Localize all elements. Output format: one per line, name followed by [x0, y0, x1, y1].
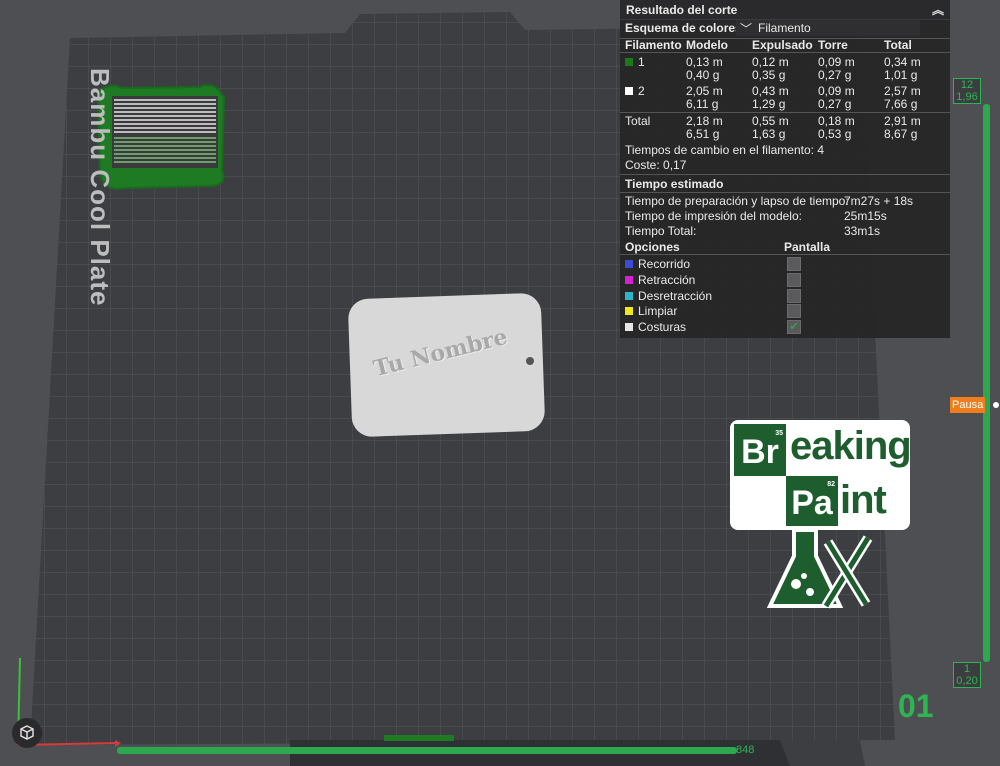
option-travel: Recorrido — [625, 257, 690, 271]
cost: Coste: 0,17 — [625, 158, 687, 172]
total-time-label: Tiempo Total: — [625, 224, 697, 238]
total-model-m: 2,18 m — [686, 114, 723, 128]
move-slider-value: 848 — [736, 744, 755, 756]
col-filament: Filamento — [625, 38, 682, 52]
total-time-value: 33m1s — [844, 224, 881, 238]
top-layer-label[interactable]: 12 1,96 — [953, 78, 981, 104]
panel-header: Resultado del corte ︽ — [620, 0, 950, 20]
total-model-g: 6,51 g — [686, 127, 720, 141]
color-scheme-select[interactable]: ﹀ Filamento — [736, 20, 920, 36]
f1-tower-g: 0,27 g — [818, 68, 852, 82]
chevron-down-icon: ﹀ — [740, 21, 753, 36]
f2-total-m: 2,57 m — [884, 84, 921, 98]
logo-num-2: 82 — [827, 481, 835, 488]
bottom-layer-label[interactable]: 1 0,20 — [953, 662, 981, 688]
f1-model-m: 0,13 m — [686, 55, 723, 69]
f2-tower-m: 0,09 m — [818, 84, 855, 98]
f2-tower-g: 0,27 g — [818, 97, 852, 111]
flask-brush-icon — [766, 528, 873, 609]
f1-purge-m: 0,12 m — [752, 55, 789, 69]
f1-total-g: 1,01 g — [884, 68, 918, 82]
option-deretraction: Desretracción — [625, 289, 712, 303]
collapse-icon[interactable]: ︽ — [932, 1, 944, 18]
slice-result-panel: Resultado del corte ︽ Esquema de colores… — [620, 0, 950, 338]
prep-time-label: Tiempo de preparación y lapso de tiempo: — [625, 194, 849, 208]
logo-num-1: 35 — [775, 430, 783, 437]
logo-word-1: eaking — [790, 424, 912, 468]
total-tower-g: 0,53 g — [818, 127, 852, 141]
top-layer-height: 1,96 — [956, 91, 978, 103]
total-tower-m: 0,18 m — [818, 114, 855, 128]
f2-total-g: 7,66 g — [884, 97, 918, 111]
print-time-value: 25m15s — [844, 209, 887, 223]
color-scheme-value: Filamento — [758, 21, 811, 35]
total-total-g: 8,67 g — [884, 127, 918, 141]
f2-model-m: 2,05 m — [686, 84, 723, 98]
filament-2-id: 2 — [625, 84, 645, 98]
col-tower: Torre — [818, 38, 848, 52]
retraction-checkbox[interactable] — [787, 273, 801, 287]
top-layer-number: 12 — [960, 79, 974, 91]
travel-checkbox[interactable] — [787, 257, 801, 271]
col-purged: Expulsado — [752, 38, 813, 52]
color-scheme-label: Esquema de colores — [625, 21, 742, 35]
col-model: Modelo — [686, 38, 728, 52]
view-orientation-button[interactable] — [12, 718, 42, 748]
pause-dot — [993, 402, 999, 408]
bottom-layer-number: 1 — [963, 663, 971, 675]
option-retraction: Retracción — [625, 273, 695, 287]
f1-purge-g: 0,35 g — [752, 68, 786, 82]
logo-box-1: Br — [741, 433, 779, 471]
filament-change-times: Tiempos de cambio en el filamento: 4 — [625, 143, 824, 157]
f1-model-g: 0,40 g — [686, 68, 720, 82]
filament-1-id: 1 — [625, 55, 645, 69]
total-total-m: 2,91 m — [884, 114, 921, 128]
f2-purge-g: 1,29 g — [752, 97, 786, 111]
plate-label: Bambu Cool Plate — [85, 68, 115, 307]
cube-icon — [20, 725, 34, 740]
f1-total-m: 0,34 m — [884, 55, 921, 69]
panel-title: Resultado del corte — [626, 2, 738, 17]
option-seams: Costuras — [625, 320, 686, 334]
wipe-checkbox[interactable] — [787, 304, 801, 318]
total-purge-m: 0,55 m — [752, 114, 789, 128]
estimated-time-title: Tiempo estimado — [625, 177, 724, 191]
display-label: Pantalla — [784, 240, 831, 254]
f2-purge-m: 0,43 m — [752, 84, 789, 98]
move-slider[interactable] — [117, 747, 737, 754]
col-total: Total — [884, 38, 912, 52]
layer-slider[interactable] — [983, 104, 990, 662]
print-time-label: Tiempo de impresión del modelo: — [625, 209, 802, 223]
prep-time-value: 7m27s + 18s — [844, 194, 914, 208]
option-wipe: Limpiar — [625, 304, 677, 318]
deretraction-checkbox[interactable] — [787, 289, 801, 303]
bottom-layer-height: 0,20 — [956, 675, 978, 687]
pause-marker[interactable]: Pausa — [950, 397, 986, 413]
options-label: Opciones — [625, 240, 680, 254]
total-purge-g: 1,63 g — [752, 127, 786, 141]
seams-checkbox[interactable]: ✔ — [787, 320, 801, 334]
f1-tower-m: 0,09 m — [818, 55, 855, 69]
logo-word-2: int — [840, 478, 887, 522]
current-layer-indicator: 01 — [898, 688, 934, 724]
f2-model-g: 6,11 g — [686, 97, 719, 111]
breaking-paint-logo: 35 Br eaking 82 Pa int — [730, 420, 912, 616]
total-label: Total — [625, 114, 651, 128]
